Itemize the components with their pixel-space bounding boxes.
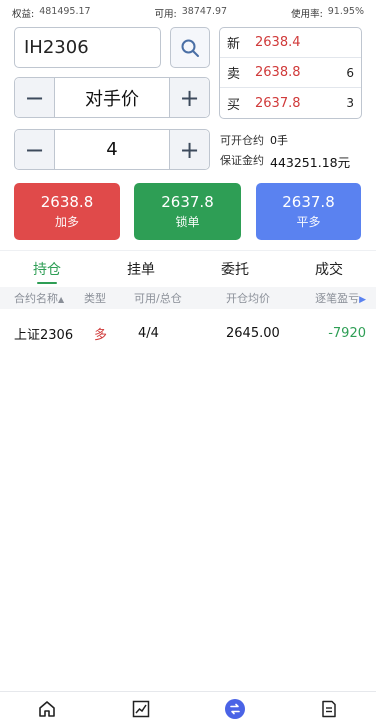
- sort-icon: ▲: [58, 295, 65, 304]
- price-type-value[interactable]: 对手价: [55, 78, 169, 117]
- chevron-right-icon[interactable]: ▶: [359, 295, 366, 305]
- available-value: 38747.97: [181, 6, 228, 17]
- price-stepper[interactable]: − 对手价 +: [14, 77, 210, 118]
- search-icon: [181, 39, 199, 57]
- nav-home[interactable]: [0, 692, 94, 726]
- chart-icon: [132, 700, 150, 718]
- max-open-label: 可开仓约: [220, 134, 264, 147]
- usage-value: 91.95%: [327, 6, 364, 17]
- home-icon: [39, 701, 55, 717]
- orders-icon: [322, 700, 336, 718]
- ask-label: 卖: [227, 67, 241, 82]
- lock-button[interactable]: 2637.8 锁单: [134, 183, 241, 240]
- tab-pending-orders[interactable]: 挂单: [94, 251, 188, 286]
- nav-trade[interactable]: [188, 692, 282, 726]
- close-long-button[interactable]: 2637.8 平多: [256, 183, 361, 240]
- header-type: 类型: [84, 292, 106, 305]
- bottom-navigation: [0, 691, 376, 726]
- usage-stat: 使用率: 91.95%: [291, 6, 364, 20]
- price-increase-button[interactable]: +: [169, 78, 209, 117]
- ask-row[interactable]: 卖 2638.8 6: [220, 58, 361, 88]
- header-avail-total: 可用/总仓: [134, 292, 182, 305]
- header-pnl: 逐笔盈亏▶: [315, 292, 366, 305]
- nav-orders[interactable]: [282, 692, 376, 726]
- buy-open-label: 加多: [54, 215, 79, 229]
- lock-price: 2637.8: [161, 193, 214, 211]
- row-pnl: -7920: [328, 325, 366, 341]
- bid-label: 买: [227, 97, 241, 113]
- tab-bar: 持仓 挂单 委托 成交: [0, 250, 376, 286]
- close-long-label: 平多: [296, 215, 321, 229]
- quantity-increase-button[interactable]: +: [169, 130, 209, 169]
- available-label: 可用:: [154, 9, 177, 20]
- plus-icon: +: [179, 135, 200, 164]
- symbol-input[interactable]: IH2306: [14, 27, 161, 68]
- bid-row[interactable]: 买 2637.8 3: [220, 88, 361, 118]
- usage-label: 使用率:: [291, 9, 323, 20]
- tab-trades[interactable]: 成交: [282, 251, 376, 286]
- lock-label: 锁单: [175, 215, 200, 229]
- last-price-label: 新: [227, 37, 241, 52]
- symbol-value: IH2306: [24, 37, 89, 58]
- quantity-stepper[interactable]: − 4 +: [14, 129, 210, 170]
- search-button[interactable]: [170, 27, 210, 68]
- ask-price: 2638.8: [255, 65, 301, 80]
- positions-table-header: 合约名称▲ 类型 可用/总仓 开仓均价 逐笔盈亏▶: [0, 287, 376, 309]
- header-avg-price: 开仓均价: [226, 292, 270, 305]
- available-stat: 可用: 38747.97: [155, 6, 228, 20]
- table-row[interactable]: 上证2306 多 4/4 2645.00 -7920: [0, 318, 376, 348]
- equity-value: 481495.17: [39, 6, 91, 17]
- bid-price: 2637.8: [255, 95, 301, 111]
- row-type: 多: [94, 327, 108, 343]
- margin-value: 443251.18元: [270, 155, 351, 170]
- margin-label: 保证金约: [220, 154, 264, 167]
- row-contract: 上证2306: [14, 327, 74, 343]
- plus-icon: +: [179, 83, 200, 112]
- buy-open-button[interactable]: 2638.8 加多: [14, 183, 120, 240]
- ask-volume: 6: [346, 65, 354, 80]
- margin-info: 保证金约 443251.18元: [220, 152, 350, 171]
- last-price-value: 2638.4: [255, 35, 301, 50]
- tab-positions[interactable]: 持仓: [0, 251, 94, 286]
- minus-icon: −: [24, 135, 45, 164]
- minus-icon: −: [24, 83, 45, 112]
- row-avail-total: 4/4: [138, 325, 159, 341]
- header-contract[interactable]: 合约名称▲: [0, 290, 84, 306]
- close-long-price: 2637.8: [282, 193, 335, 211]
- row-avg-price: 2645.00: [226, 325, 280, 341]
- nav-chart[interactable]: [94, 692, 188, 726]
- trade-icon: [225, 699, 245, 719]
- tab-orders[interactable]: 委托: [188, 251, 282, 286]
- buy-open-price: 2638.8: [40, 193, 94, 211]
- quote-panel: 新 2638.4 卖 2638.8 6 买 2637.8 3: [219, 27, 362, 119]
- max-open-value: 0手: [270, 134, 288, 147]
- max-open-info: 可开仓约 0手: [220, 132, 288, 148]
- quantity-value[interactable]: 4: [55, 130, 169, 169]
- bid-volume: 3: [346, 96, 354, 110]
- price-decrease-button[interactable]: −: [15, 78, 55, 117]
- equity-label: 权益:: [12, 9, 35, 20]
- quantity-decrease-button[interactable]: −: [15, 130, 55, 169]
- account-stats-bar: 权益: 481495.17 可用: 38747.97 使用率: 91.95%: [0, 0, 376, 26]
- last-price-row: 新 2638.4: [220, 28, 361, 58]
- equity-stat: 权益: 481495.17: [12, 6, 91, 20]
